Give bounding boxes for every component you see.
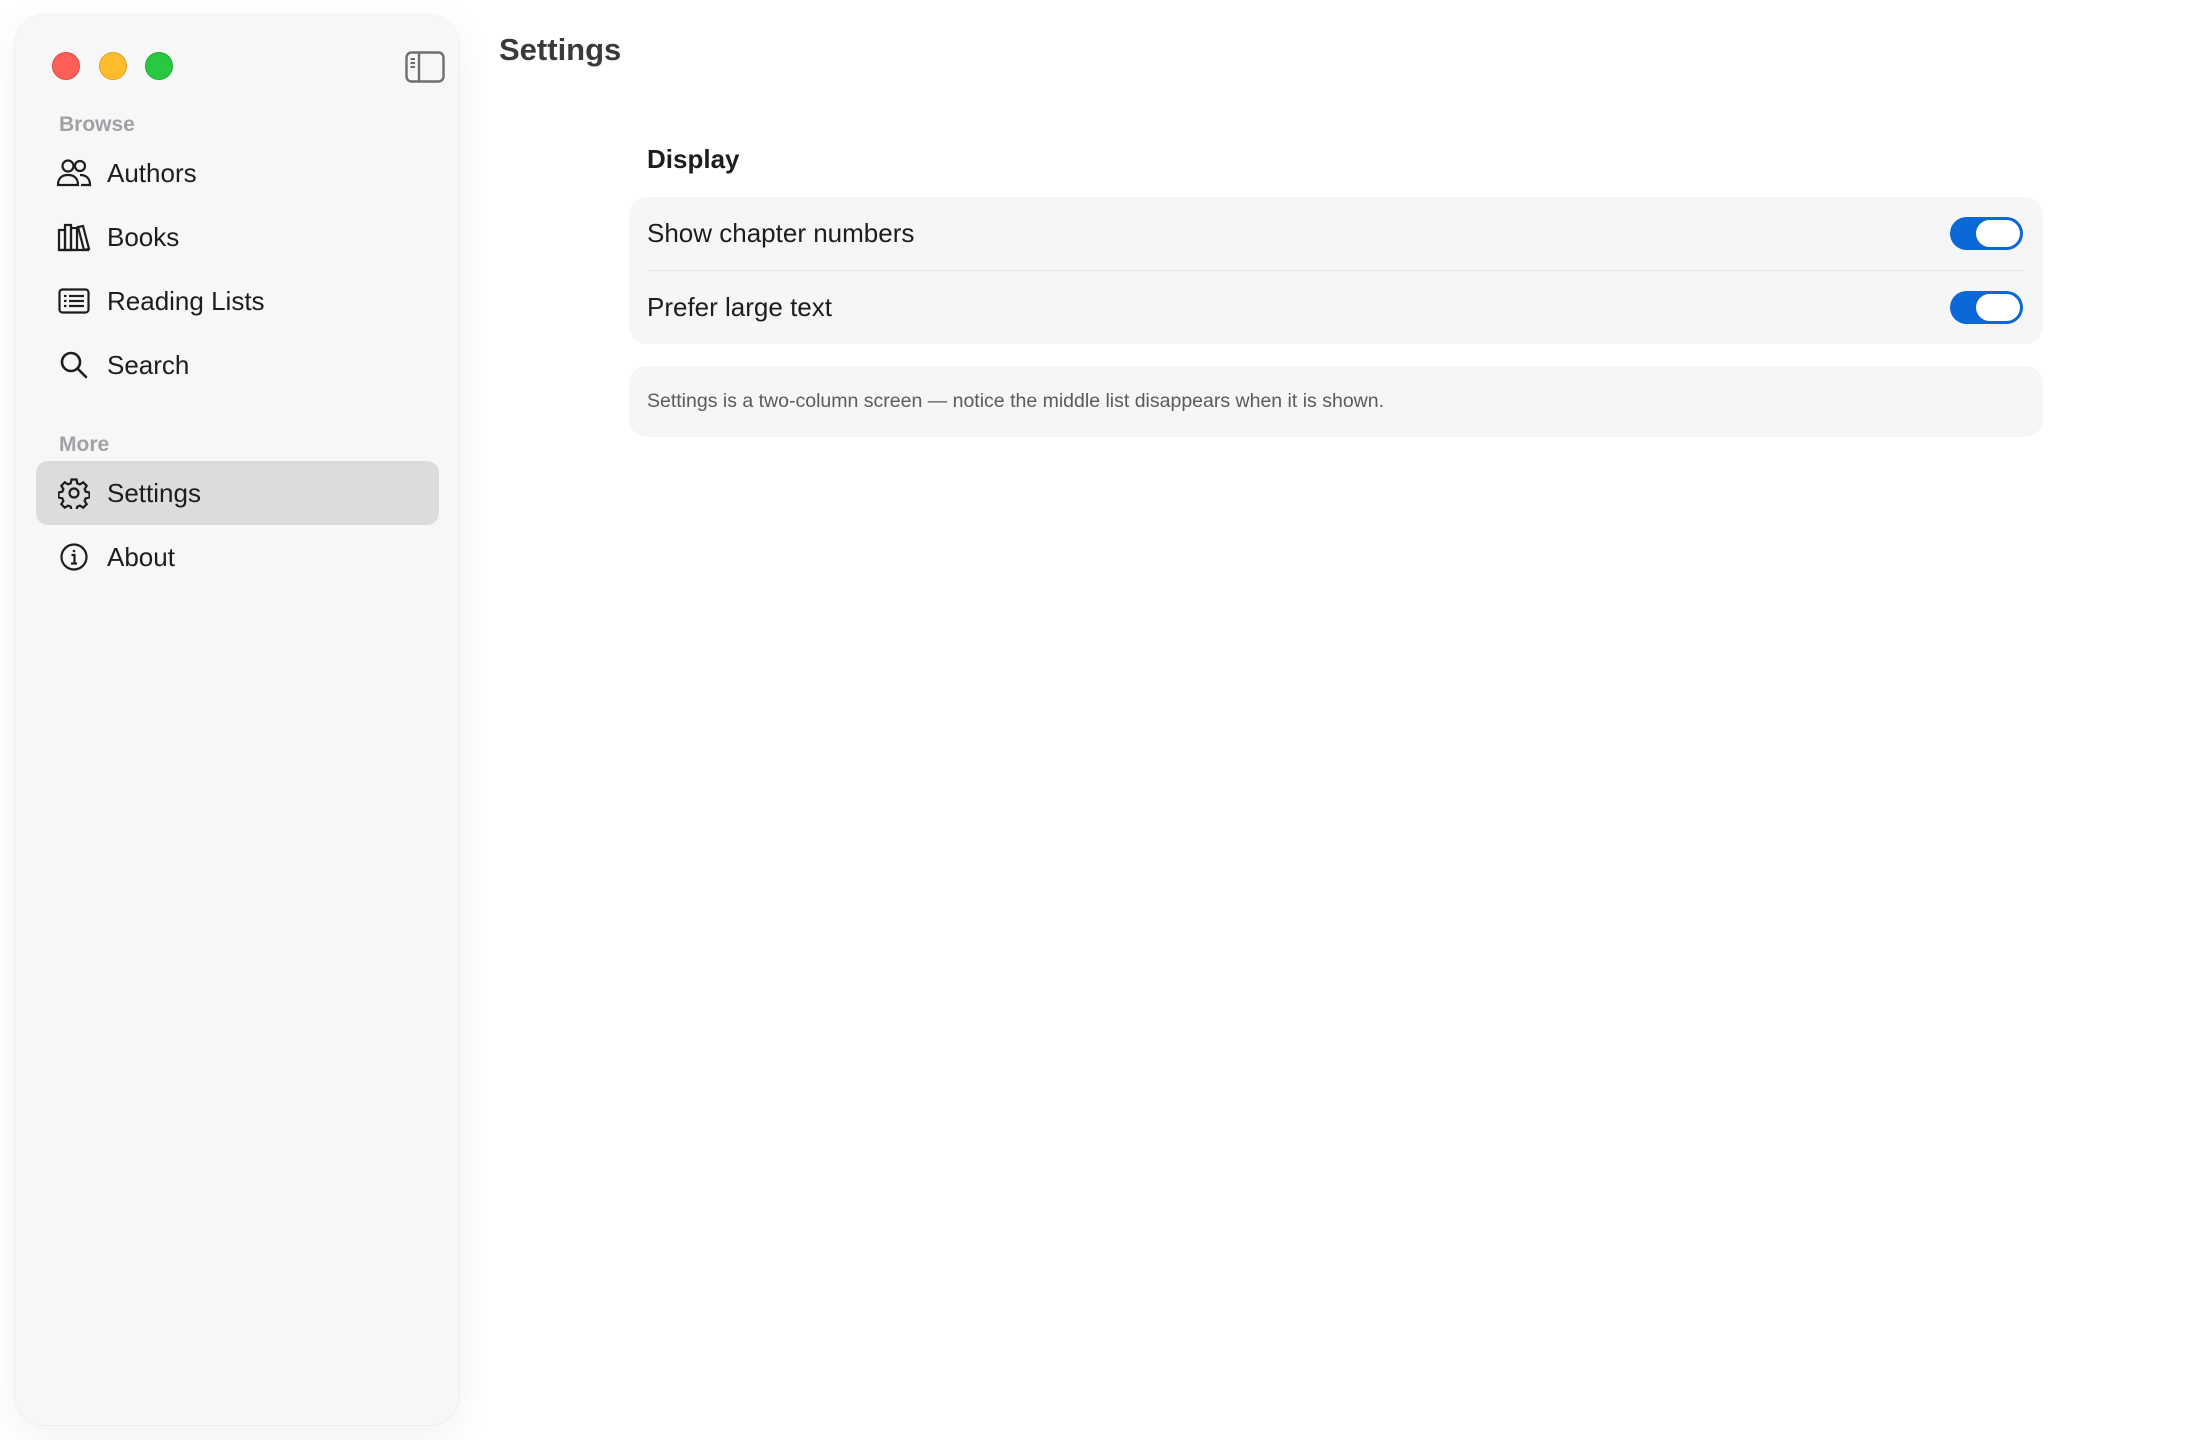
sidebar-item-authors[interactable]: Authors [36, 141, 439, 205]
page-title: Settings [499, 32, 622, 67]
search-icon [56, 347, 92, 383]
books-icon [56, 219, 92, 255]
info-note-text: Settings is a two-column screen — notice… [647, 390, 1385, 412]
sidebar-item-label: Authors [107, 157, 197, 188]
sidebar-item-books[interactable]: Books [36, 205, 439, 269]
info-icon [56, 539, 92, 575]
section-header-display: Display [647, 144, 740, 174]
sidebar-item-label: Search [107, 349, 190, 380]
section-label-browse: Browse [59, 113, 135, 136]
display-settings-group: Show chapter numbers Prefer large text [629, 197, 2043, 344]
people-icon [56, 155, 92, 191]
setting-label: Show chapter numbers [647, 218, 915, 248]
sidebar-item-label: About [107, 541, 175, 572]
prefer-large-text-toggle[interactable] [1950, 291, 2023, 324]
sidebar-toggle-icon[interactable] [405, 51, 445, 83]
sidebar-item-label: Settings [107, 477, 201, 508]
sidebar-item-label: Reading Lists [107, 285, 265, 316]
app-window: Browse Authors Books Reading Lists Searc… [0, 0, 2200, 1440]
list-icon [56, 283, 92, 319]
sidebar-item-reading-lists[interactable]: Reading Lists [36, 269, 439, 333]
close-window-button[interactable] [52, 52, 80, 80]
setting-row-prefer-large-text: Prefer large text [629, 271, 2043, 344]
show-chapter-numbers-toggle[interactable] [1950, 217, 2023, 250]
toggle-knob [1976, 220, 2020, 247]
sidebar-item-label: Books [107, 221, 180, 252]
section-label-more: More [59, 433, 110, 456]
info-note: Settings is a two-column screen — notice… [629, 366, 2043, 437]
sidebar-item-about[interactable]: About [36, 525, 439, 589]
gear-icon [56, 475, 92, 511]
sidebar-item-search[interactable]: Search [36, 333, 439, 397]
setting-row-show-chapter-numbers: Show chapter numbers [629, 197, 2043, 270]
setting-label: Prefer large text [647, 292, 832, 322]
minimize-window-button[interactable] [99, 52, 127, 80]
sidebar-item-settings[interactable]: Settings [36, 461, 439, 525]
toggle-knob [1976, 294, 2020, 321]
sidebar: Browse Authors Books Reading Lists Searc… [15, 15, 459, 1425]
zoom-window-button[interactable] [145, 52, 173, 80]
